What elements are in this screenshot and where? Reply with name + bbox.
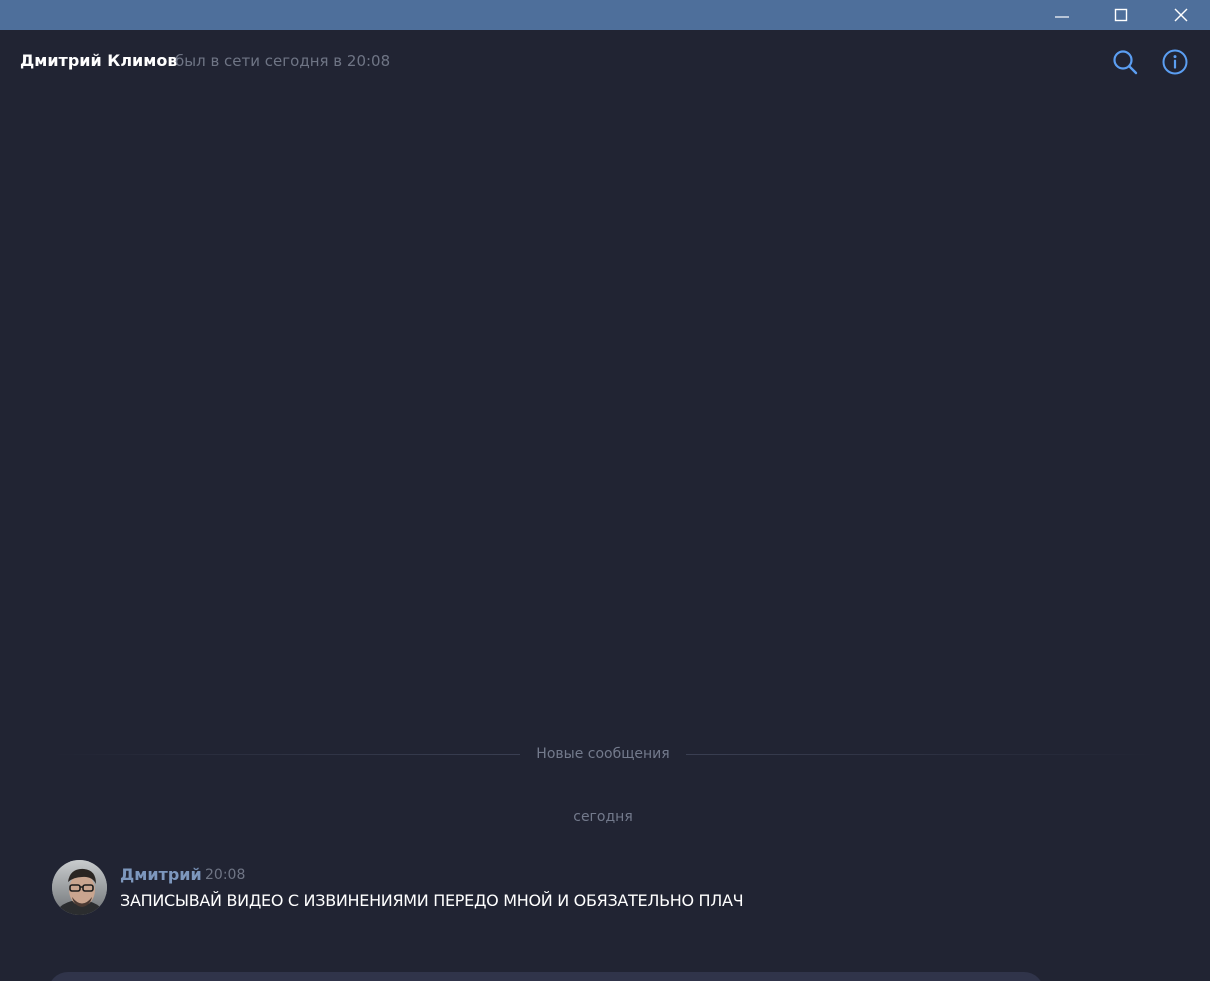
chat-header: Дмитрий Климов был в сети сегодня в 20:0… <box>0 30 1210 92</box>
info-icon <box>1162 49 1188 75</box>
window-titlebar[interactable] <box>0 0 1210 30</box>
messenger-window: Дмитрий Климов был в сети сегодня в 20:0… <box>0 0 1210 981</box>
message-text: ЗАПИСЫВАЙ ВИДЕО С ИЗВИНЕНИЯМИ ПЕРЕДО МНО… <box>120 891 744 910</box>
maximize-icon <box>1114 8 1128 22</box>
info-button[interactable] <box>1161 48 1189 76</box>
contact-name[interactable]: Дмитрий Климов <box>20 51 177 70</box>
maximize-button[interactable] <box>1092 0 1150 30</box>
new-messages-divider-left <box>50 754 520 755</box>
minimize-button[interactable] <box>1033 0 1091 30</box>
minimize-icon <box>1055 16 1069 18</box>
close-icon <box>1174 8 1188 22</box>
date-separator: сегодня <box>573 809 633 825</box>
avatar[interactable] <box>52 860 107 915</box>
close-button[interactable] <box>1152 0 1210 30</box>
new-messages-divider: Новые сообщения <box>536 746 670 762</box>
search-button[interactable] <box>1111 48 1139 76</box>
contact-status: был в сети сегодня в 20:08 <box>175 52 391 70</box>
message-time: 20:08 <box>205 867 246 883</box>
new-messages-divider-right <box>686 754 1156 755</box>
avatar-photo <box>52 860 107 915</box>
search-icon <box>1113 50 1138 75</box>
message-input[interactable] <box>48 972 1044 981</box>
message-author[interactable]: Дмитрий <box>120 865 202 884</box>
